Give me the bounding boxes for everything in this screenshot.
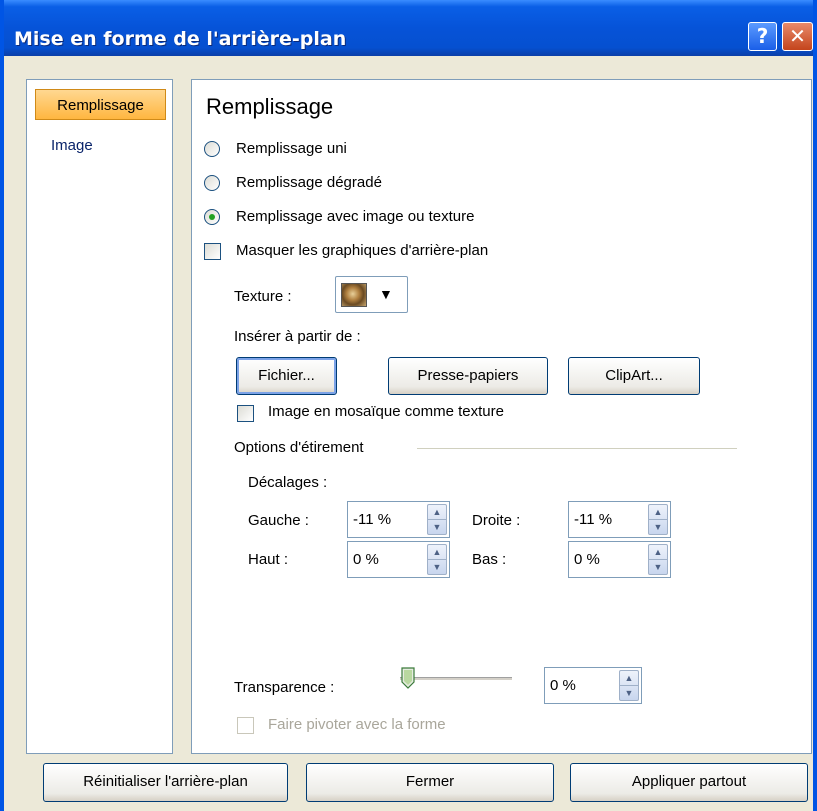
- bottom-offset-value[interactable]: 0 %: [574, 551, 600, 568]
- texture-dropdown[interactable]: ▼: [335, 276, 408, 313]
- spinner-arrows-icon[interactable]: ▲ ▼: [648, 544, 668, 575]
- right-offset-spinner[interactable]: -11 % ▲ ▼: [568, 501, 671, 538]
- hide-background-graphics-checkbox[interactable]: [204, 243, 221, 260]
- bottom-offset-label: Bas :: [472, 551, 507, 568]
- texture-label: Texture :: [234, 288, 292, 305]
- sidebar-item-image[interactable]: Image: [35, 130, 166, 161]
- close-dialog-button[interactable]: Fermer: [306, 763, 554, 802]
- picture-texture-fill-label[interactable]: Remplissage avec image ou texture: [236, 208, 474, 225]
- transparency-spinner[interactable]: 0 % ▲ ▼: [544, 667, 642, 704]
- tile-texture-label[interactable]: Image en mosaïque comme texture: [268, 403, 504, 420]
- help-button[interactable]: ?: [748, 22, 777, 51]
- stretch-separator: [417, 448, 737, 449]
- left-offset-label: Gauche :: [248, 512, 309, 529]
- gradient-fill-label[interactable]: Remplissage dégradé: [236, 174, 382, 191]
- top-offset-label: Haut :: [248, 551, 289, 568]
- dialog-title: Mise en forme de l'arrière-plan: [14, 28, 347, 50]
- panel-heading: Remplissage: [206, 94, 334, 119]
- close-icon: ✕: [789, 24, 806, 48]
- spinner-arrows-icon[interactable]: ▲ ▼: [619, 670, 639, 701]
- category-list: Remplissage Image: [26, 79, 173, 754]
- right-offset-value[interactable]: -11 %: [574, 511, 612, 528]
- stretch-options-label: Options d'étirement: [234, 439, 364, 456]
- transparency-slider-track[interactable]: [400, 677, 512, 680]
- sidebar-item-remplissage[interactable]: Remplissage: [35, 89, 166, 120]
- hide-background-graphics-label[interactable]: Masquer les graphiques d'arrière-plan: [236, 242, 488, 259]
- picture-texture-fill-radio[interactable]: [204, 209, 220, 225]
- transparency-label: Transparence :: [234, 679, 335, 696]
- clipart-button[interactable]: ClipArt...: [568, 357, 700, 395]
- gradient-fill-radio[interactable]: [204, 175, 220, 191]
- insert-from-label: Insérer à partir de :: [234, 328, 361, 345]
- left-offset-spinner[interactable]: -11 % ▲ ▼: [347, 501, 450, 538]
- format-background-dialog: Mise en forme de l'arrière-plan ? ✕ Remp…: [0, 0, 817, 811]
- reset-background-button[interactable]: Réinitialiser l'arrière-plan: [43, 763, 288, 802]
- title-bar[interactable]: Mise en forme de l'arrière-plan ? ✕: [4, 0, 813, 56]
- tile-texture-checkbox[interactable]: [237, 405, 254, 422]
- file-button[interactable]: Fichier...: [236, 357, 337, 395]
- left-offset-value[interactable]: -11 %: [353, 511, 391, 528]
- right-offset-label: Droite :: [472, 512, 521, 529]
- transparency-slider-thumb[interactable]: [401, 667, 415, 689]
- help-icon: ?: [756, 24, 769, 48]
- transparency-value[interactable]: 0 %: [550, 677, 576, 694]
- solid-fill-label[interactable]: Remplissage uni: [236, 140, 347, 157]
- solid-fill-radio[interactable]: [204, 141, 220, 157]
- clipboard-button[interactable]: Presse-papiers: [388, 357, 548, 395]
- fill-panel: Remplissage Remplissage uni Remplissage …: [191, 79, 812, 754]
- spinner-arrows-icon[interactable]: ▲ ▼: [648, 504, 668, 535]
- chevron-down-icon: ▼: [379, 286, 393, 302]
- offsets-label: Décalages :: [248, 474, 328, 491]
- spinner-arrows-icon[interactable]: ▲ ▼: [427, 504, 447, 535]
- rotate-with-shape-checkbox: [237, 717, 254, 734]
- top-offset-value[interactable]: 0 %: [353, 551, 379, 568]
- top-offset-spinner[interactable]: 0 % ▲ ▼: [347, 541, 450, 578]
- rotate-with-shape-label: Faire pivoter avec la forme: [268, 716, 446, 733]
- close-button[interactable]: ✕: [782, 22, 813, 51]
- bottom-offset-spinner[interactable]: 0 % ▲ ▼: [568, 541, 671, 578]
- texture-swatch-icon: [341, 283, 367, 307]
- spinner-arrows-icon[interactable]: ▲ ▼: [427, 544, 447, 575]
- apply-to-all-button[interactable]: Appliquer partout: [570, 763, 808, 802]
